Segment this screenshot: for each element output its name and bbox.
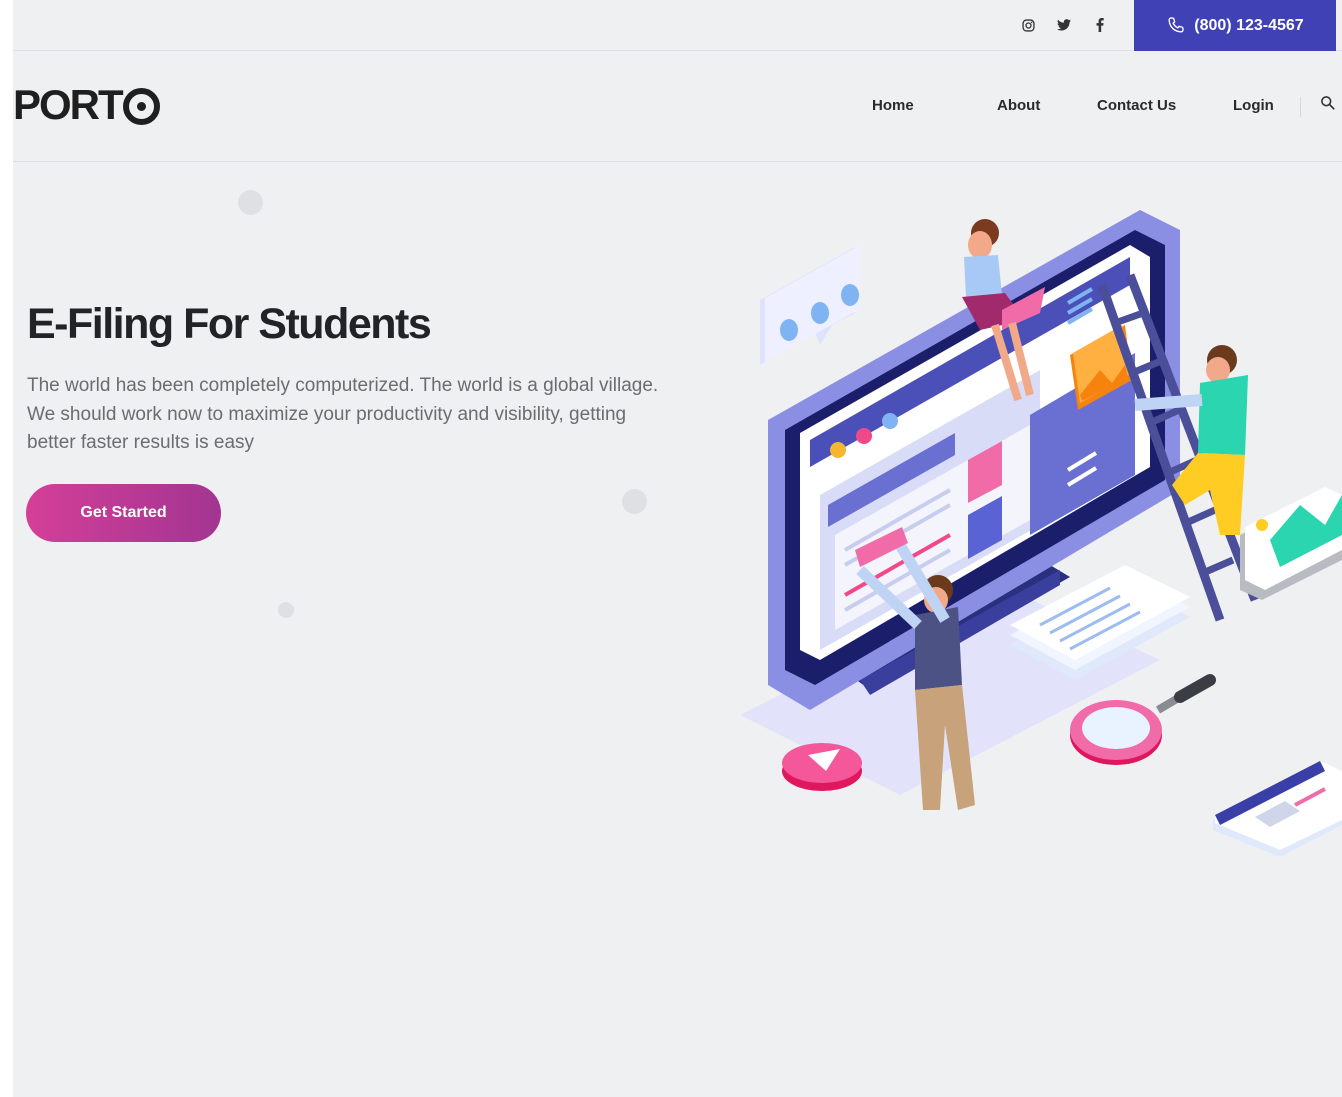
top-bar: (800) 123-4567 xyxy=(13,0,1342,51)
logo-o-mark xyxy=(122,87,160,125)
nav-about[interactable]: About xyxy=(997,97,1040,114)
hero-description: The world has been completely computeriz… xyxy=(27,375,659,453)
get-started-button[interactable]: Get Started xyxy=(26,484,221,542)
hero-illustration xyxy=(740,210,1342,857)
instagram-icon[interactable] xyxy=(1017,14,1039,36)
page: (800) 123-4567 PORT Home About Contact U… xyxy=(13,0,1342,1097)
header: PORT Home About Contact Us Login xyxy=(13,51,1342,162)
decorative-dot xyxy=(622,489,647,514)
logo-text: PORT xyxy=(13,81,124,128)
hero-title: E-Filing For Students xyxy=(27,300,432,348)
decorative-dot xyxy=(278,602,294,618)
search-icon[interactable] xyxy=(1320,95,1335,115)
phone-button[interactable]: (800) 123-4567 xyxy=(1134,0,1336,51)
facebook-icon[interactable] xyxy=(1089,14,1111,36)
phone-number: (800) 123-4567 xyxy=(1194,16,1304,34)
twitter-icon[interactable] xyxy=(1053,14,1075,36)
nav-contact-us[interactable]: Contact Us xyxy=(1097,97,1176,114)
decorative-dot xyxy=(238,190,263,215)
phone-icon xyxy=(1166,16,1185,35)
nav-divider xyxy=(1300,97,1301,117)
nav-login[interactable]: Login xyxy=(1233,97,1274,114)
nav-home[interactable]: Home xyxy=(872,97,914,114)
logo[interactable]: PORT xyxy=(13,81,160,129)
chat-bubble-illustration xyxy=(760,245,860,365)
